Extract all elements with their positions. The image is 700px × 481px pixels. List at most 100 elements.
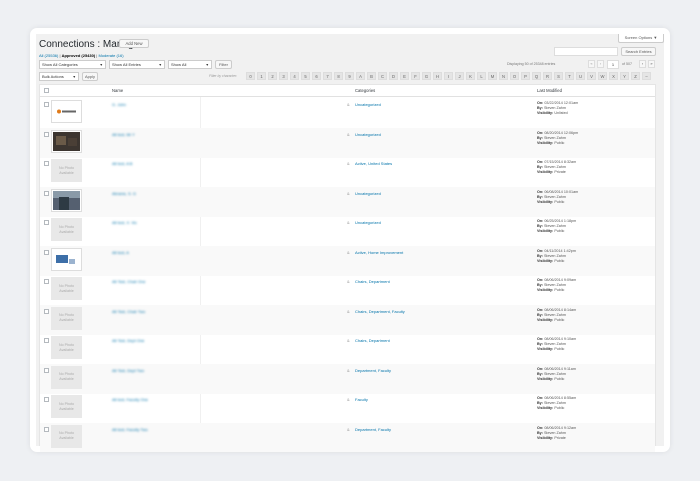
entry-thumbnail[interactable] [51,129,82,153]
character-filter-button[interactable]: P [521,72,530,80]
character-filter-button[interactable]: R [543,72,552,80]
apply-button[interactable]: Apply [82,72,98,81]
row-checkbox[interactable] [44,102,49,107]
entry-thumbnail[interactable]: No Photo Available [51,365,82,389]
character-filter-button[interactable]: V [587,72,596,80]
character-filter-button[interactable]: E [400,72,409,80]
filter-approved-link[interactable]: Approved (25430) [62,53,96,58]
character-filter-button[interactable]: X [609,72,618,80]
character-filter-button[interactable]: T [565,72,574,80]
character-filter-button[interactable]: Q [532,72,541,80]
character-filter-button[interactable]: Y [620,72,629,80]
character-filter-button[interactable]: 1 [257,72,266,80]
entry-thumbnail[interactable] [51,188,82,212]
entry-categories[interactable]: Faculty [355,397,368,402]
entry-thumbnail[interactable] [51,247,82,271]
entry-thumbnail[interactable] [51,100,82,123]
character-filter-button[interactable]: 5 [301,72,310,80]
character-filter-button[interactable]: M [488,72,497,80]
character-filter-button[interactable]: H [433,72,442,80]
row-checkbox[interactable] [44,249,49,255]
column-name[interactable]: Name [112,88,123,93]
entry-name-link[interactable]: Alt test, Faculty Two [112,427,148,432]
entry-name-link[interactable]: Alt test, Faculty One [112,397,148,402]
screen-options-button[interactable]: Screen Options ▼ [618,34,664,43]
entry-categories[interactable]: Active, Home Improvement [355,250,403,255]
character-filter-button[interactable]: L [477,72,486,80]
entry-name-link[interactable]: Alt test, Mr Y [112,132,135,137]
search-input[interactable] [554,47,618,56]
entry-thumbnail[interactable]: No Photo Available [51,336,82,359]
character-filter-button[interactable]: 7 [323,72,332,80]
character-filter-button[interactable]: 2 [268,72,277,80]
entry-name-link[interactable]: Alt test, A [112,250,129,255]
filter-moderate-link[interactable]: Moderate (16) [98,53,123,58]
row-checkbox[interactable] [44,190,49,196]
character-filter-button[interactable]: A [356,72,365,80]
entry-categories[interactable]: Uncategorized [355,220,381,225]
row-checkbox[interactable] [44,131,49,137]
entry-thumbnail[interactable]: No Photo Available [51,424,82,448]
entry-thumbnail[interactable]: No Photo Available [51,218,82,241]
character-filter-button[interactable]: G [422,72,431,80]
next-page-button[interactable]: › [639,60,646,68]
bulk-actions-select[interactable]: Bulk Actions ▼ [39,72,79,81]
entry-name-link[interactable]: Abrams, S. G [112,191,136,196]
entry-name-link[interactable]: Alt Test, Chair Two [112,309,145,314]
entry-thumbnail[interactable]: No Photo Available [51,306,82,330]
entry-categories[interactable]: Department, Faculty [355,368,391,373]
row-checkbox[interactable] [44,367,49,373]
entry-categories[interactable]: Department, Faculty [355,427,391,432]
character-filter-button[interactable]: S [554,72,563,80]
entry-thumbnail[interactable]: No Photo Available [51,395,82,418]
entry-categories[interactable]: Uncategorized [355,191,381,196]
entry-name-link[interactable]: Alt test, X. Vic [112,220,137,225]
search-entries-button[interactable]: Search Entries [621,47,656,56]
row-checkbox[interactable] [44,426,49,432]
row-checkbox[interactable] [44,220,49,225]
entry-categories[interactable]: Uncategorized [355,102,381,107]
add-new-button[interactable]: Add New [119,39,149,48]
character-filter-button[interactable]: J [455,72,464,80]
character-filter-button[interactable]: 3 [279,72,288,80]
character-filter-button[interactable]: 4 [290,72,299,80]
entry-categories[interactable]: Chairs, Department, Faculty [355,309,405,314]
entry-categories[interactable]: Uncategorized [355,132,381,137]
visibility-select[interactable]: Show All ▼ [168,60,212,69]
character-filter-button[interactable]: 6 [312,72,321,80]
row-checkbox[interactable] [44,308,49,314]
character-filter-button[interactable]: U [576,72,585,80]
character-filter-button[interactable]: N [499,72,508,80]
character-filter-button[interactable]: W [598,72,607,80]
character-filter-button[interactable]: Z [631,72,640,80]
entry-thumbnail[interactable]: No Photo Available [51,159,82,182]
category-select[interactable]: Show All Categories ▼ [39,60,106,69]
entry-name-link[interactable]: Alt Test, Dept One [112,338,144,343]
character-filter-button[interactable]: C [378,72,387,80]
entry-categories[interactable]: Chairs, Department [355,338,390,343]
character-filter-button[interactable]: F [411,72,420,80]
entry-categories[interactable]: Active, United States [355,161,392,166]
row-checkbox[interactable] [44,279,49,284]
entry-name-link[interactable]: Alt Test, Chair One [112,279,146,284]
last-page-button[interactable]: » [648,60,655,68]
current-page-input[interactable]: 1 [607,60,619,69]
row-checkbox[interactable] [44,338,49,343]
character-filter-button[interactable]: O [510,72,519,80]
entry-type-select[interactable]: Show All Entries ▼ [109,60,165,69]
entry-categories[interactable]: Chairs, Department [355,279,390,284]
prev-page-button[interactable]: ‹ [597,60,604,68]
entry-name-link[interactable]: Alt test, A B [112,161,132,166]
first-page-button[interactable]: « [588,60,595,68]
character-filter-button[interactable]: – [642,72,651,80]
character-filter-button[interactable]: 0 [246,72,255,80]
filter-button[interactable]: Filter [215,60,232,69]
row-checkbox[interactable] [44,161,49,166]
character-filter-button[interactable]: I [444,72,453,80]
character-filter-button[interactable]: K [466,72,475,80]
character-filter-button[interactable]: B [367,72,376,80]
character-filter-button[interactable]: D [389,72,398,80]
character-filter-button[interactable]: 8 [334,72,343,80]
entry-name-link[interactable]: G. John [112,102,126,107]
character-filter-button[interactable]: 9 [345,72,354,80]
